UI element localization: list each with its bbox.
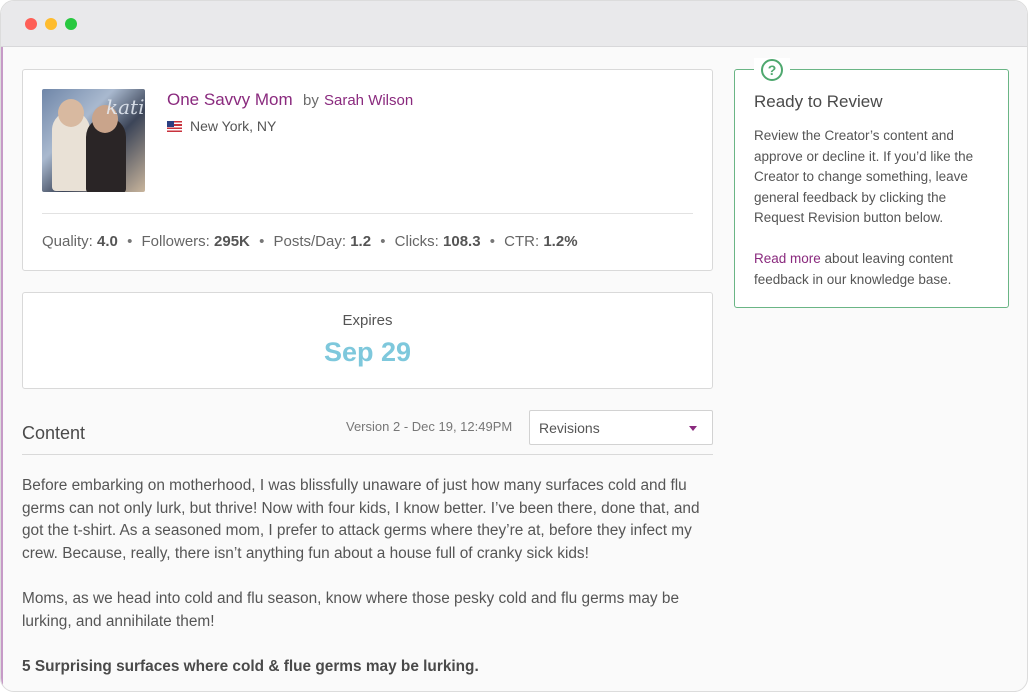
browser-window: katie One Savvy Mom by Sarah Wilson New … bbox=[0, 0, 1028, 692]
creator-stats: Quality: 4.0 • Followers: 295K • Posts/D… bbox=[42, 233, 578, 250]
quality-value: 4.0 bbox=[97, 233, 118, 250]
expires-date: Sep 29 bbox=[323, 337, 412, 367]
content-divider bbox=[22, 454, 713, 455]
clicks-value: 108.3 bbox=[443, 233, 481, 250]
creator-avatar: katie bbox=[42, 89, 145, 192]
ctr-value: 1.2% bbox=[543, 233, 578, 250]
minimize-window-button[interactable] bbox=[45, 18, 57, 30]
expires-card: Expires Sep 29 bbox=[22, 292, 713, 389]
stats-separator: • bbox=[380, 233, 386, 250]
question-mark-glyph: ? bbox=[761, 59, 783, 81]
content-heading: Content bbox=[22, 423, 86, 443]
by-label: by bbox=[303, 92, 319, 109]
close-window-button[interactable] bbox=[25, 18, 37, 30]
help-icon[interactable]: ? bbox=[754, 58, 790, 82]
review-title: Ready to Review bbox=[754, 92, 883, 111]
read-more-link[interactable]: Read more bbox=[754, 251, 821, 266]
followers-value: 295K bbox=[214, 233, 250, 250]
window-titlebar bbox=[1, 1, 1027, 47]
creator-card: katie One Savvy Mom by Sarah Wilson New … bbox=[22, 69, 713, 271]
content-paragraph: Before embarking on motherhood, I was bl… bbox=[22, 477, 700, 562]
creator-divider bbox=[42, 213, 693, 214]
content-version: Version 2 - Dec 19, 12:49PM bbox=[346, 419, 513, 434]
clicks-label: Clicks: bbox=[394, 233, 439, 250]
posts-label: Posts/Day: bbox=[273, 233, 347, 250]
posts-value: 1.2 bbox=[350, 233, 372, 250]
quality-label: Quality: bbox=[42, 233, 93, 250]
left-accent-rule bbox=[1, 47, 3, 691]
creator-location: New York, NY bbox=[190, 118, 277, 134]
stats-separator: • bbox=[259, 233, 265, 250]
review-more: Read more about leaving content feedback… bbox=[754, 249, 999, 290]
author-link[interactable]: Sarah Wilson bbox=[324, 92, 413, 109]
content-paragraph: Moms, as we head into cold and flu seaso… bbox=[22, 590, 680, 630]
ctr-label: CTR: bbox=[504, 233, 540, 250]
maximize-window-button[interactable] bbox=[65, 18, 77, 30]
chevron-down-icon bbox=[689, 426, 697, 431]
followers-label: Followers: bbox=[141, 233, 210, 250]
stats-separator: • bbox=[489, 233, 495, 250]
review-instructions: Review the Creator’s content and approve… bbox=[754, 128, 974, 225]
content-subheading: 5 Surprising surfaces where cold & flue … bbox=[22, 658, 479, 675]
revisions-label: Revisions bbox=[539, 420, 600, 436]
revisions-dropdown[interactable]: Revisions bbox=[529, 410, 713, 445]
expires-label: Expires bbox=[342, 312, 393, 329]
blog-name-link[interactable]: One Savvy Mom bbox=[167, 90, 293, 110]
ready-to-review-panel: ? Ready to Review Review the Creator’s c… bbox=[734, 58, 1009, 308]
stats-separator: • bbox=[127, 233, 133, 250]
us-flag-icon bbox=[167, 121, 182, 132]
